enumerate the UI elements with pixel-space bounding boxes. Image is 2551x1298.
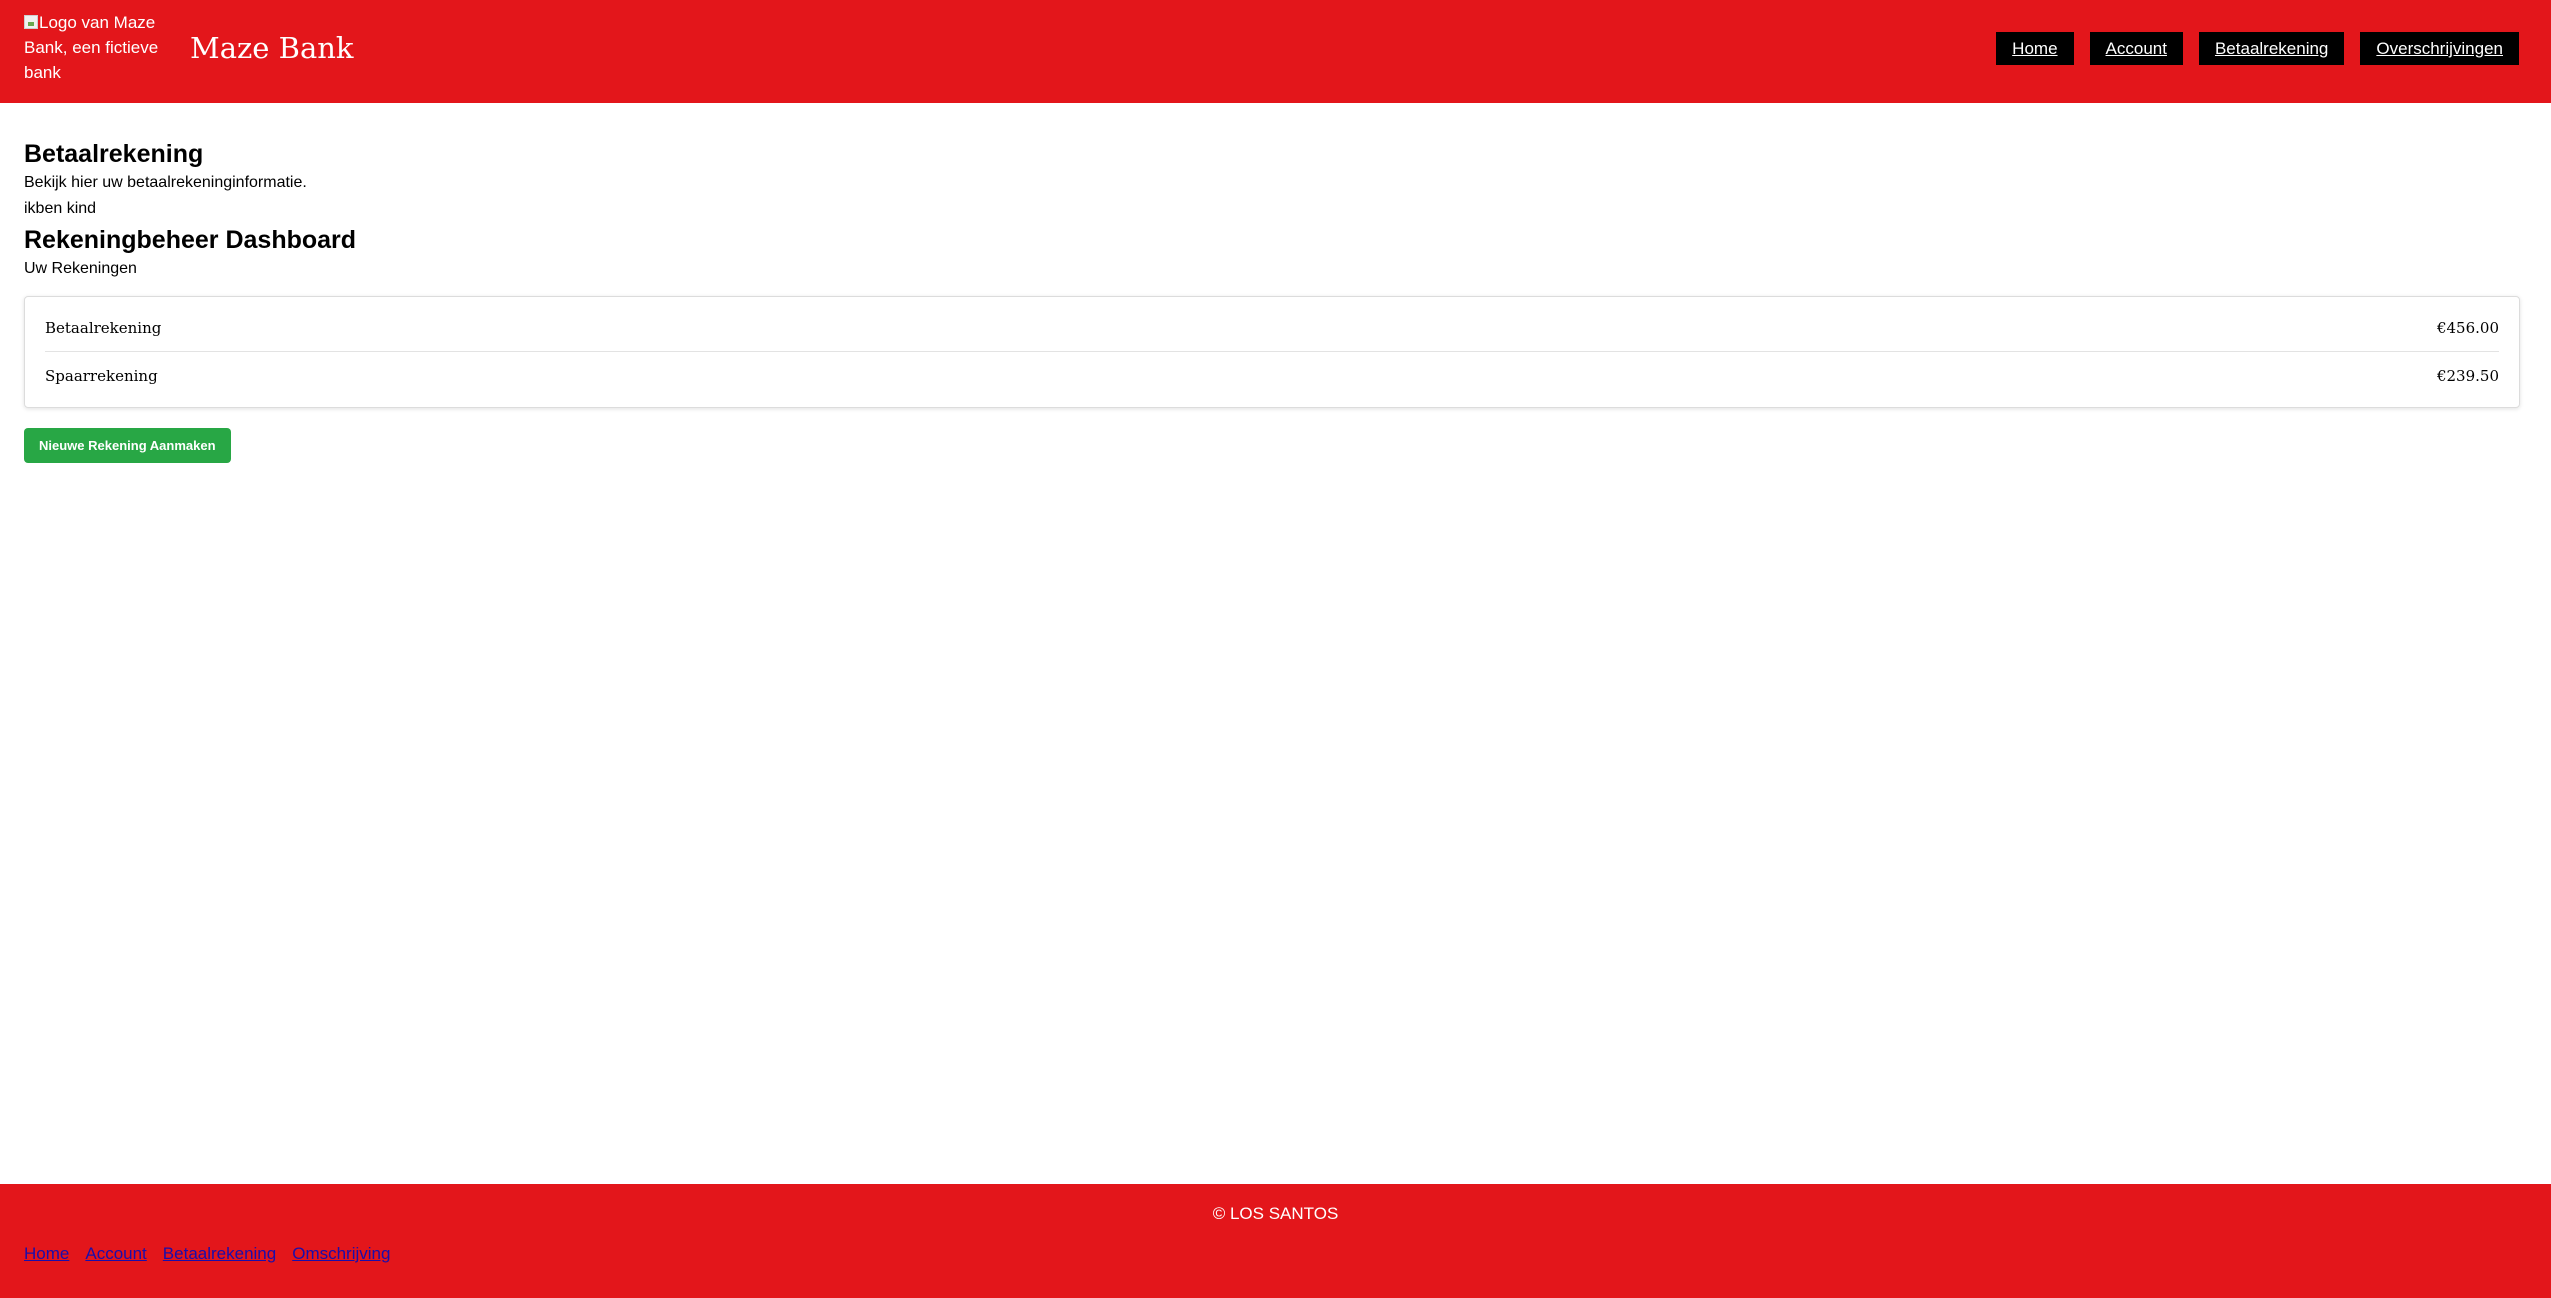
account-row-betaalrekening[interactable]: Betaalrekening €456.00 [45,305,2499,352]
logo-image[interactable]: Logo van Maze Bank, een fictieve bank [24,10,164,85]
accounts-label: Uw Rekeningen [24,260,137,277]
account-name: Spaarrekening [45,366,158,385]
account-balance: €456.00 [2436,319,2499,337]
nav-betaalrekening-button[interactable]: Betaalrekening [2198,32,2345,65]
footer-links: Home Account Betaalrekening Omschrijving [24,1242,390,1266]
site-footer: © LOS SANTOS Home Account Betaalrekening… [0,1184,2551,1298]
page-title: Betaalrekening [24,140,204,168]
nav-account-button[interactable]: Account [2089,32,2183,65]
logo-alt-text: Logo van Maze Bank, een fictieve bank [24,13,159,82]
footer-link-account[interactable]: Account [85,1242,146,1266]
brand-name: Maze Bank [190,31,354,65]
main-content: Betaalrekening Bekijk hier uw betaalreke… [24,138,2520,463]
account-name: Betaalrekening [45,319,162,337]
page-description: Bekijk hier uw betaalrekeninginformatie. [24,174,307,191]
account-row-spaarrekening[interactable]: Spaarrekening €239.50 [45,352,2499,399]
broken-image-icon [24,15,38,29]
nav-overschrijvingen-button[interactable]: Overschrijvingen [2360,32,2519,65]
new-account-button[interactable]: Nieuwe Rekening Aanmaken [24,428,231,463]
footer-link-home[interactable]: Home [24,1242,69,1266]
nav-home-button[interactable]: Home [1996,32,2074,65]
footer-link-betaalrekening[interactable]: Betaalrekening [163,1242,276,1266]
accounts-list: Betaalrekening €456.00 Spaarrekening €23… [24,296,2520,408]
child-text: ikben kind [24,200,97,217]
main-nav: Home Account Betaalrekening Overschrijvi… [1996,32,2519,65]
account-balance: €239.50 [2436,366,2499,385]
footer-link-omschrijving[interactable]: Omschrijving [292,1242,390,1266]
copyright-text: © LOS SANTOS [1212,1204,1339,1223]
site-header: Logo van Maze Bank, een fictieve bank Ma… [0,0,2551,103]
dashboard-title: Rekeningbeheer Dashboard [24,226,357,254]
